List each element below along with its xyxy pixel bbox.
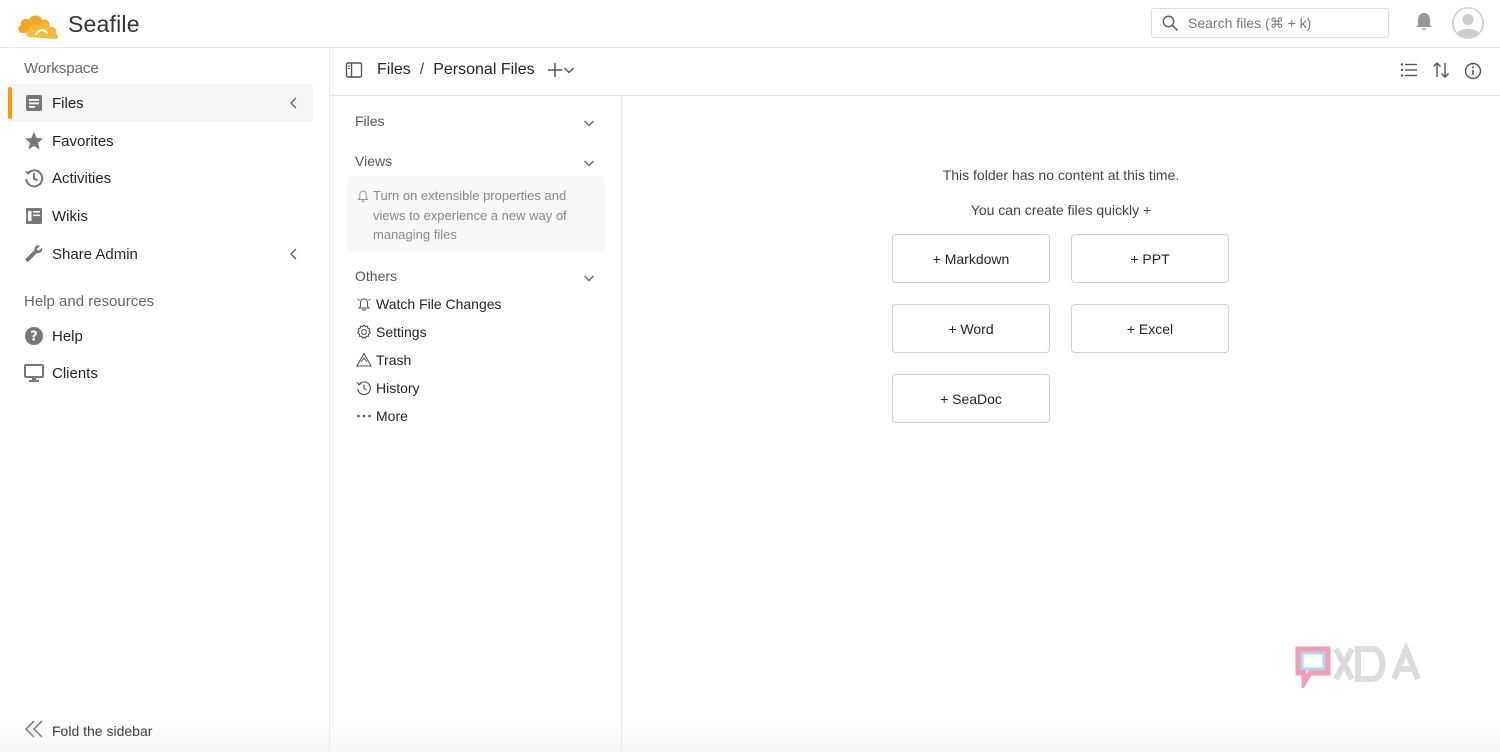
sidebar-item-activities[interactable]: Activities	[8, 159, 313, 197]
chevron-down-icon	[563, 67, 574, 74]
notification-bell-icon[interactable]	[1413, 11, 1435, 38]
breadcrumb: Files / Personal Files	[345, 61, 575, 79]
create-excel-button[interactable]: + Excel	[1071, 304, 1229, 353]
star-icon	[24, 131, 44, 151]
view-toolbar	[1386, 62, 1482, 80]
views-tip: Turn on extensible properties and views …	[347, 176, 605, 252]
svg-text:?: ?	[30, 330, 38, 345]
breadcrumb-separator: /	[419, 61, 425, 78]
chevron-left-icon[interactable]	[289, 247, 299, 264]
workspace-heading: Workspace	[24, 60, 99, 77]
wiki-icon	[24, 206, 44, 226]
empty-folder-message: This folder has no content at this time.	[942, 167, 1180, 183]
monitor-icon	[24, 363, 44, 383]
chevron-down-icon[interactable]	[583, 155, 595, 171]
tree-item-trash[interactable]: Trash	[355, 351, 411, 369]
search-box[interactable]	[1151, 8, 1389, 38]
tree-item-label: History	[376, 380, 420, 396]
create-seadoc-button[interactable]: + SeaDoc	[892, 374, 1050, 423]
tree-section-views[interactable]: Views	[355, 153, 595, 169]
help-icon: ?	[24, 326, 44, 346]
xda-watermark	[1294, 640, 1440, 693]
tree-item-history[interactable]: History	[355, 379, 420, 397]
tree-section-files[interactable]: Files	[355, 113, 595, 129]
sidebar-item-label: Clients	[52, 364, 98, 382]
sidebar-item-share-admin[interactable]: Share Admin	[8, 235, 313, 273]
files-icon	[24, 93, 44, 113]
sidebar-item-clients[interactable]: Clients	[8, 354, 313, 392]
history-icon	[355, 379, 373, 397]
sidebar-item-help[interactable]: ? Help	[8, 317, 313, 355]
seafile-logo[interactable]: Seafile	[16, 6, 140, 42]
info-icon[interactable]	[1464, 62, 1482, 80]
sidebar-item-label: Files	[52, 94, 84, 112]
views-tip-text: Turn on extensible properties and views …	[373, 188, 567, 242]
seafile-logo-icon	[18, 15, 59, 39]
sidebar-item-label: Activities	[52, 169, 112, 187]
tree-section-label: Files	[355, 113, 385, 129]
create-word-button[interactable]: + Word	[892, 304, 1050, 353]
tree-item-more[interactable]: More	[355, 407, 408, 425]
tree-item-label: Watch File Changes	[376, 296, 502, 312]
sidebar-item-label: Share Admin	[52, 245, 138, 263]
sidebar-item-wikis[interactable]: Wikis	[8, 197, 313, 235]
activity-icon	[24, 168, 44, 188]
content-header: Files / Personal Files	[330, 48, 1500, 96]
tree-item-settings[interactable]: Settings	[355, 323, 427, 341]
create-ppt-button[interactable]: + PPT	[1071, 234, 1229, 283]
sidebar-item-label: Wikis	[52, 207, 88, 225]
sidebar-item-label: Help	[52, 327, 83, 345]
plus-icon	[547, 63, 562, 77]
tree-item-label: Trash	[376, 352, 412, 368]
top-bar: Seafile	[0, 0, 1500, 48]
sidebar-item-files[interactable]: Files	[8, 84, 313, 122]
chevron-left-icon[interactable]	[289, 96, 299, 113]
fold-sidebar-label: Fold the sidebar	[52, 722, 153, 739]
tree-item-label: Settings	[376, 324, 427, 340]
tree-panel: Files Views Turn on extensible propertie…	[330, 96, 622, 752]
create-files-hint: You can create files quickly +	[970, 202, 1152, 218]
wrench-icon	[24, 244, 44, 264]
gear-icon	[355, 323, 373, 341]
chevron-down-icon[interactable]	[583, 115, 595, 131]
trash-icon	[355, 351, 373, 369]
breadcrumb-current: Personal Files	[433, 61, 535, 78]
fold-sidebar-button[interactable]: Fold the sidebar	[24, 720, 152, 741]
sort-icon[interactable]	[1432, 62, 1450, 80]
tree-item-watch-file-changes[interactable]: Watch File Changes	[355, 295, 502, 313]
double-chevron-left-icon	[24, 720, 44, 741]
search-input[interactable]	[1188, 15, 1378, 31]
list-view-icon[interactable]	[1400, 62, 1418, 80]
app-name: Seafile	[68, 10, 140, 37]
toggle-tree-icon[interactable]	[345, 61, 363, 79]
create-markdown-button[interactable]: + Markdown	[892, 234, 1050, 283]
tree-item-label: More	[376, 408, 408, 424]
more-icon	[355, 407, 373, 425]
breadcrumb-root[interactable]: Files	[377, 61, 411, 79]
tree-section-others[interactable]: Others	[355, 268, 595, 284]
sidebar-item-label: Favorites	[52, 132, 114, 150]
search-icon	[1162, 15, 1178, 31]
tree-section-label: Others	[355, 268, 398, 284]
chevron-down-icon[interactable]	[583, 270, 595, 286]
sidebar: Workspace Files Favorites Activities Wik…	[0, 48, 330, 752]
user-avatar[interactable]	[1452, 7, 1484, 39]
help-heading: Help and resources	[24, 293, 155, 310]
tree-section-label: Views	[355, 153, 393, 169]
bell-outline-icon	[357, 189, 369, 209]
new-dropdown-button[interactable]	[547, 62, 575, 78]
sidebar-item-favorites[interactable]: Favorites	[8, 122, 313, 160]
watch-icon	[355, 295, 373, 313]
